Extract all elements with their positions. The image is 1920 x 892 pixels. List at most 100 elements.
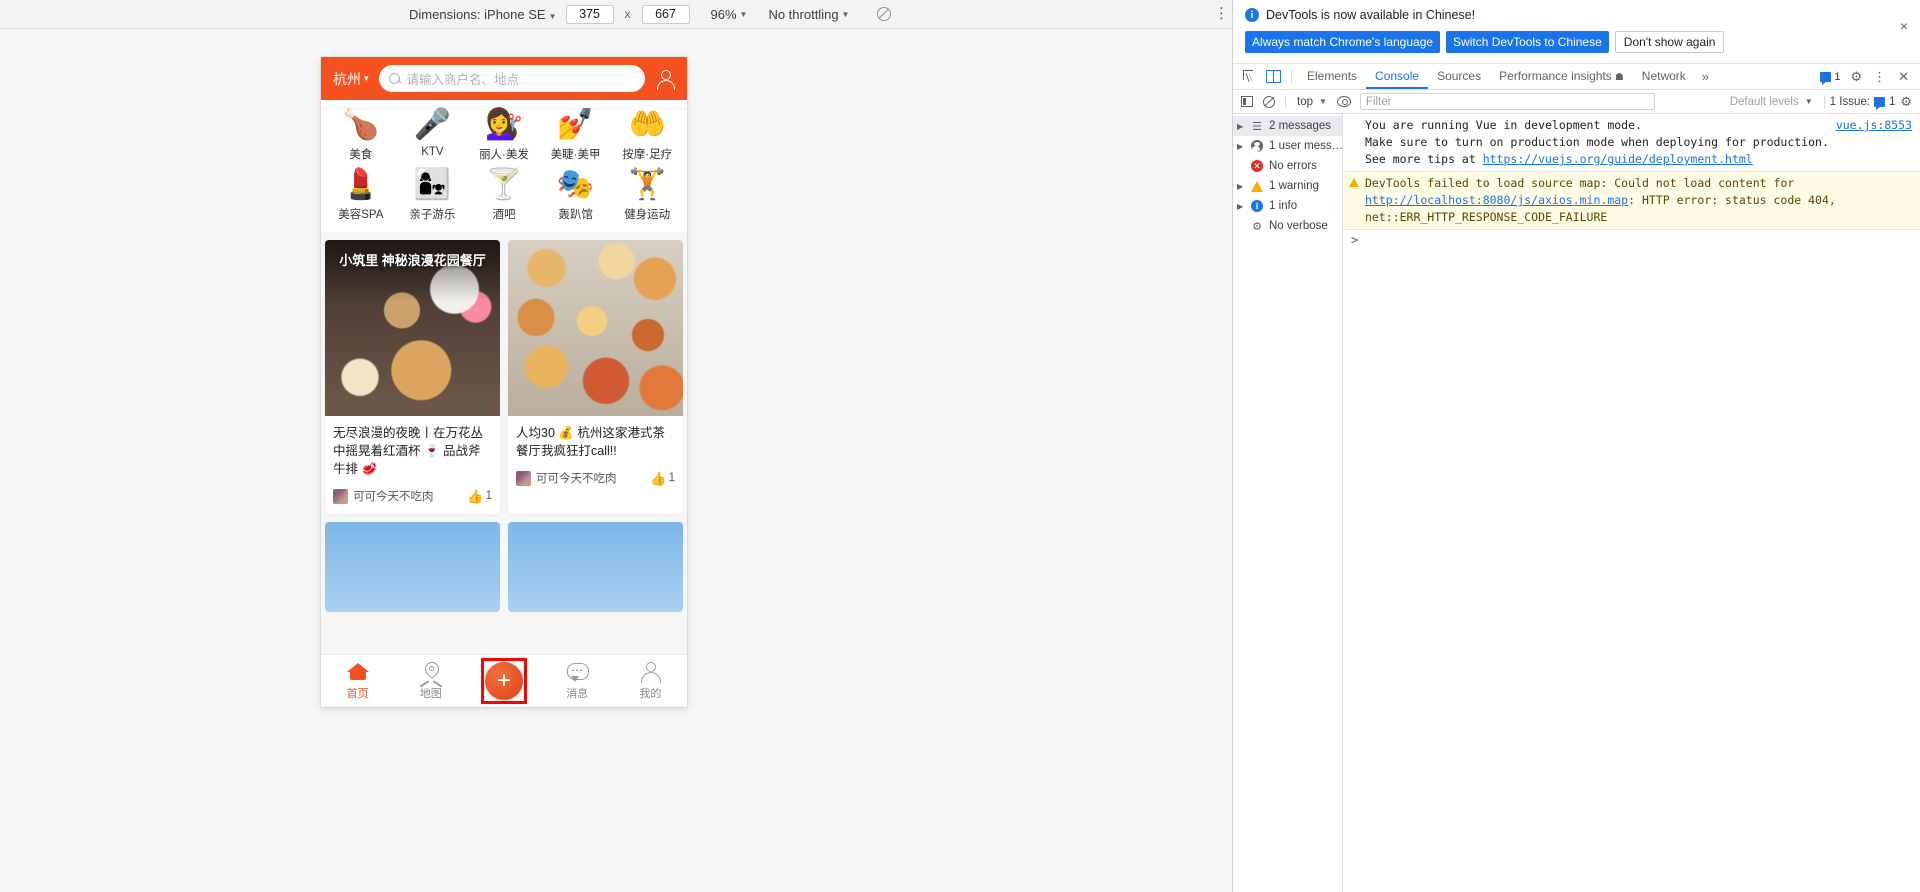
category-item-liren-meifa[interactable]: 💇‍♀️ 丽人·美发 [468, 108, 540, 162]
console-prompt[interactable]: > [1343, 230, 1920, 250]
console-message-list[interactable]: vue.js:8553 You are running Vue in devel… [1343, 114, 1920, 892]
feed-card-image: 小筑里 神秘浪漫花园餐厅 [325, 240, 500, 416]
sidebar-item-info[interactable]: ▶ i 1 info [1233, 196, 1342, 216]
chevron-right-icon: ▶ [1237, 121, 1244, 131]
category-item-meirong-spa[interactable]: 💄 美容SPA [325, 168, 397, 222]
tab-sources[interactable]: Sources [1428, 64, 1490, 89]
category-item-ktv[interactable]: 🎤 KTV [397, 108, 469, 162]
feed-card-placeholder[interactable] [325, 522, 500, 612]
search-input[interactable]: 请输入商户名、地点 [378, 65, 645, 92]
message-source-link[interactable]: vue.js:8553 [1836, 117, 1912, 134]
category-item-anmo-zuliao[interactable]: 🤲 按摩·足疗 [611, 108, 683, 162]
search-icon [388, 72, 401, 85]
live-expression-icon[interactable] [1333, 92, 1355, 112]
log-levels-selector[interactable]: Default levels ▼ [1730, 96, 1819, 108]
always-match-language-button[interactable]: Always match Chrome's language [1245, 31, 1441, 53]
feed-card[interactable]: 小筑里 神秘浪漫花园餐厅 无尽浪漫的夜晚丨在万花丛中摇晃着红酒杯 🍷 品战斧牛排… [325, 240, 500, 514]
category-item-qinzi-youle[interactable]: 👩‍👧 亲子游乐 [397, 168, 469, 222]
toggle-console-sidebar-icon[interactable] [1236, 92, 1258, 112]
tab-elements[interactable]: Elements [1298, 64, 1366, 89]
device-toolbar: Dimensions: iPhone SE▼ x 96%▼ No throttl… [0, 0, 1232, 29]
avatar [516, 470, 531, 486]
feed-card[interactable]: 人均30 💰 杭州这家港式茶餐厅我疯狂打call!! 可可今天不吃肉 👍 1 [508, 240, 683, 514]
category-label: 亲子游乐 [409, 209, 456, 221]
clear-console-icon[interactable] [1258, 92, 1280, 112]
message-link[interactable]: https://vuejs.org/guide/deployment.html [1483, 152, 1753, 166]
nav-label: 消息 [566, 687, 589, 700]
console-issues-badge[interactable]: 1 Issue: 1 [1830, 96, 1895, 110]
tab-network[interactable]: Network [1633, 64, 1695, 89]
nav-item-map[interactable]: 地图 [394, 662, 467, 701]
phone-scroll-area[interactable]: 杭州 ▾ 请输入商户名、地点 🍗 美食 🎤 [321, 57, 687, 654]
chevron-right-icon: ▶ [1237, 201, 1244, 211]
like-button[interactable]: 👍 1 [650, 472, 675, 485]
nav-item-messages[interactable]: 消息 [541, 662, 614, 701]
network-throttling-selector[interactable]: No throttling ▼ [768, 7, 849, 22]
nail-polish-icon: 💅 [556, 108, 595, 141]
dont-show-again-button[interactable]: Don't show again [1614, 31, 1725, 53]
category-label: 美容SPA [338, 209, 384, 221]
console-body: ▶ ☰ 2 messages ▶ 1 user mess… ▶ ✕ No err… [1233, 114, 1920, 892]
feed-card-placeholder[interactable] [508, 522, 683, 612]
user-icon[interactable] [655, 69, 675, 90]
device-width-input[interactable] [565, 4, 614, 24]
message-link[interactable]: http://localhost:8080/js/axios.min.map [1365, 193, 1628, 207]
feed-card-author: 可可今天不吃肉 [536, 473, 617, 485]
category-grid: 🍗 美食 🎤 KTV 💇‍♀️ 丽人·美发 💅 美睫·美甲 [321, 100, 687, 232]
issues-badge[interactable]: 1 [1816, 70, 1844, 85]
device-emulation-pane: Dimensions: iPhone SE▼ x 96%▼ No throttl… [0, 0, 1233, 892]
tab-performance-insights[interactable]: Performance insights ☗ [1490, 64, 1633, 89]
message-line: You are running Vue in development mode. [1365, 118, 1642, 132]
gear-icon[interactable]: ⚙ [1846, 69, 1866, 85]
no-signal-icon[interactable] [876, 6, 892, 22]
console-settings-gear-icon[interactable]: ⚙ [1895, 94, 1917, 110]
chevron-right-icon: ▶ [1237, 181, 1244, 191]
close-devtools-icon[interactable]: ✕ [1893, 69, 1914, 85]
profile-icon [639, 661, 662, 683]
category-item-jiuba[interactable]: 🍸 酒吧 [468, 168, 540, 222]
nav-item-home[interactable]: 首页 [321, 662, 394, 701]
more-tabs-icon[interactable]: » [1695, 69, 1716, 84]
search-placeholder: 请输入商户名、地点 [406, 73, 520, 87]
console-message-info[interactable]: vue.js:8553 You are running Vue in devel… [1343, 114, 1920, 171]
category-item-jianshen-yundong[interactable]: 🏋️ 健身运动 [611, 168, 683, 222]
devtools-language-banner: i DevTools is now available in Chinese! … [1233, 0, 1920, 64]
inspect-element-icon[interactable] [1237, 66, 1261, 88]
device-toolbar-more-options-button[interactable]: ⋮ [1214, 6, 1229, 21]
switch-to-chinese-button[interactable]: Switch DevTools to Chinese [1446, 31, 1609, 53]
category-item-meishi[interactable]: 🍗 美食 [325, 108, 397, 162]
verbose-icon: ⚙ [1252, 220, 1262, 233]
feed-card-image-title: 小筑里 神秘浪漫花园餐厅 [339, 253, 486, 268]
sidebar-item-messages[interactable]: ▶ ☰ 2 messages [1233, 116, 1342, 136]
close-icon[interactable]: × [1900, 19, 1908, 33]
nav-item-add[interactable]: + [467, 658, 540, 704]
sidebar-item-warnings[interactable]: ▶ 1 warning [1233, 176, 1342, 196]
tab-console[interactable]: Console [1366, 64, 1428, 89]
like-button[interactable]: 👍 1 [467, 490, 492, 503]
warning-triangle-icon [1349, 178, 1359, 187]
sidebar-item-verbose[interactable]: ▶ ⚙ No verbose [1233, 216, 1342, 236]
toggle-device-toolbar-icon[interactable] [1261, 66, 1285, 88]
category-item-meijie-meijia[interactable]: 💅 美睫·美甲 [540, 108, 612, 162]
chevron-down-icon: ▼ [841, 9, 850, 19]
message-icon [566, 662, 590, 682]
city-selector[interactable]: 杭州 ▾ [333, 69, 369, 89]
device-dimensions-selector[interactable]: Dimensions: iPhone SE ▼ [409, 7, 557, 22]
category-item-hongpaguan[interactable]: 🎭 轰趴馆 [540, 168, 612, 222]
sidebar-item-label: 2 messages [1269, 120, 1332, 132]
device-zoom-selector[interactable]: 96% ▼ [711, 7, 748, 22]
nav-item-profile[interactable]: 我的 [614, 661, 687, 701]
dimension-separator: x [624, 7, 631, 21]
sidebar-item-user-messages[interactable]: ▶ 1 user mess… [1233, 136, 1343, 156]
execution-context-selector[interactable]: top ▼ [1291, 96, 1333, 108]
message-line: Make sure to turn on production mode whe… [1365, 135, 1829, 149]
map-pin-icon [420, 662, 442, 682]
feed-card-meta: 可可今天不吃肉 👍 1 [325, 480, 500, 514]
info-icon: i [1245, 8, 1259, 22]
add-button[interactable]: + [484, 662, 523, 700]
device-height-input[interactable] [641, 4, 690, 24]
console-filter-input[interactable] [1359, 93, 1655, 110]
devtools-more-options-button[interactable]: ⋮ [1868, 70, 1891, 83]
sidebar-item-errors[interactable]: ▶ ✕ No errors [1233, 156, 1342, 176]
console-message-warning[interactable]: DevTools failed to load source map: Coul… [1343, 171, 1920, 230]
